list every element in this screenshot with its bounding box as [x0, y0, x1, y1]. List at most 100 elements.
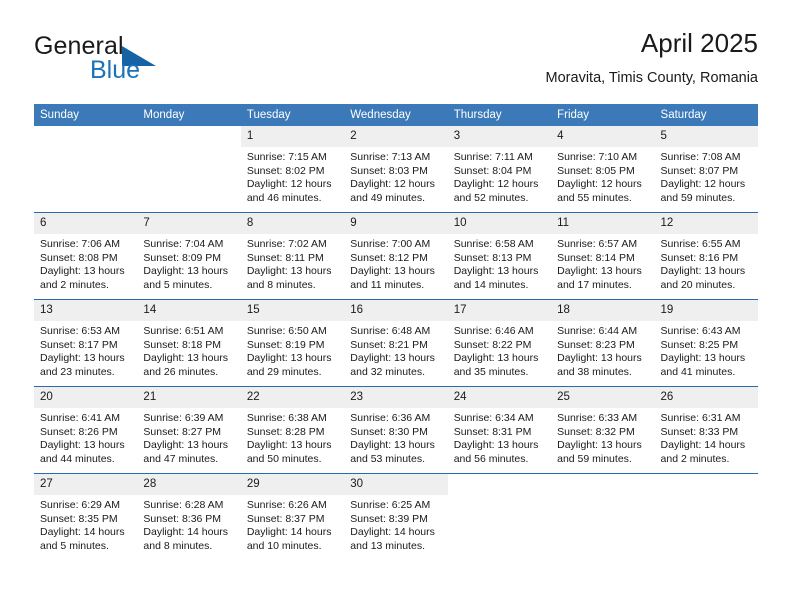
- day-details: Sunrise: 6:50 AM Sunset: 8:19 PM Daylight:…: [241, 321, 344, 379]
- sunrise-sunset-calendar-table: Sunday Monday Tuesday Wednesday Thursday…: [34, 104, 758, 560]
- day-number: 16: [344, 300, 448, 321]
- calendar-cell-inner: 16 Sunrise: 6:48 AM Sunset: 8:21 PM Dayligh…: [344, 300, 448, 386]
- daylight-text: Daylight: 14 hours and 8 minutes.: [143, 526, 229, 552]
- calendar-day-cell[interactable]: 11 Sunrise: 6:57 AM Sunset: 8:14 PM Dayligh…: [551, 212, 655, 300]
- calendar-day-cell[interactable]: 22 Sunrise: 6:38 AM Sunset: 8:28 PM Dayligh…: [240, 386, 345, 474]
- calendar-cell-inner: 10 Sunrise: 6:58 AM Sunset: 8:13 PM Dayligh…: [447, 213, 552, 299]
- day-details: Sunrise: 7:11 AM Sunset: 8:04 PM Daylight:…: [448, 147, 551, 205]
- sunset-text: Sunset: 8:35 PM: [40, 512, 118, 525]
- calendar-day-cell[interactable]: 5 Sunrise: 7:08 AM Sunset: 8:07 PM Daylight…: [654, 126, 758, 213]
- calendar-day-cell[interactable]: 28 Sunrise: 6:28 AM Sunset: 8:36 PM Dayligh…: [137, 473, 241, 560]
- page-header: General Blue April 2025 Moravita, Timis …: [34, 28, 758, 96]
- calendar-day-cell[interactable]: 20 Sunrise: 6:41 AM Sunset: 8:26 PM Dayligh…: [34, 386, 138, 474]
- sunrise-text: Sunrise: 6:26 AM: [246, 499, 327, 511]
- sunset-text: Sunset: 8:32 PM: [557, 425, 635, 438]
- calendar-day-cell[interactable]: 3 Sunrise: 7:11 AM Sunset: 8:04 PM Daylight…: [447, 126, 552, 213]
- sunset-text: Sunset: 8:11 PM: [246, 251, 324, 264]
- sunset-text: Sunset: 8:14 PM: [557, 251, 635, 264]
- calendar-day-cell[interactable]: 8 Sunrise: 7:02 AM Sunset: 8:11 PM Daylight…: [240, 212, 345, 300]
- calendar-cell-inner: 1 Sunrise: 7:15 AM Sunset: 8:02 PM Daylight…: [240, 126, 345, 212]
- daylight-text: Daylight: 14 hours and 2 minutes.: [660, 439, 746, 465]
- day-details: Sunrise: 7:15 AM Sunset: 8:02 PM Daylight:…: [241, 147, 344, 205]
- calendar-day-cell[interactable]: 4 Sunrise: 7:10 AM Sunset: 8:05 PM Daylight…: [551, 126, 655, 213]
- day-details: Sunrise: 6:29 AM Sunset: 8:35 PM Daylight:…: [34, 495, 137, 553]
- day-details: Sunrise: 6:38 AM Sunset: 8:28 PM Daylight:…: [241, 408, 344, 466]
- calendar-day-cell[interactable]: 17 Sunrise: 6:46 AM Sunset: 8:22 PM Dayligh…: [447, 299, 552, 387]
- daylight-text: Daylight: 12 hours and 59 minutes.: [660, 178, 746, 204]
- day-details: Sunrise: 6:34 AM Sunset: 8:31 PM Daylight:…: [448, 408, 551, 466]
- day-details: Sunrise: 7:00 AM Sunset: 8:12 PM Daylight:…: [344, 234, 447, 292]
- sunrise-text: Sunrise: 7:02 AM: [246, 238, 327, 250]
- daylight-text: Daylight: 13 hours and 17 minutes.: [557, 265, 642, 291]
- calendar-day-cell[interactable]: 26 Sunrise: 6:31 AM Sunset: 8:33 PM Dayligh…: [654, 386, 758, 474]
- day-details: Sunrise: 6:33 AM Sunset: 8:32 PM Daylight:…: [551, 408, 654, 466]
- daylight-text: Daylight: 14 hours and 5 minutes.: [40, 526, 125, 552]
- calendar-cell-inner: 30 Sunrise: 6:25 AM Sunset: 8:39 PM Dayligh…: [344, 474, 448, 560]
- calendar-cell-inner: 27 Sunrise: 6:29 AM Sunset: 8:35 PM Dayligh…: [34, 474, 138, 560]
- calendar-day-cell[interactable]: 15 Sunrise: 6:50 AM Sunset: 8:19 PM Dayligh…: [240, 299, 345, 387]
- calendar-week-row: 20 Sunrise: 6:41 AM Sunset: 8:26 PM Dayligh…: [34, 386, 758, 474]
- general-blue-logo[interactable]: General Blue: [34, 32, 224, 88]
- calendar-cell-inner: [34, 126, 137, 212]
- day-number: 28: [137, 474, 241, 495]
- calendar-day-cell[interactable]: 21 Sunrise: 6:39 AM Sunset: 8:27 PM Dayligh…: [137, 386, 241, 474]
- sunrise-text: Sunrise: 7:08 AM: [660, 151, 741, 163]
- calendar-day-cell[interactable]: 25 Sunrise: 6:33 AM Sunset: 8:32 PM Dayligh…: [551, 386, 655, 474]
- day-number: [34, 126, 137, 147]
- day-number: 29: [240, 474, 345, 495]
- sunset-text: Sunset: 8:07 PM: [660, 164, 739, 177]
- day-details: Sunrise: 6:44 AM Sunset: 8:23 PM Daylight:…: [551, 321, 654, 379]
- calendar-day-cell[interactable]: 27 Sunrise: 6:29 AM Sunset: 8:35 PM Dayligh…: [34, 473, 138, 560]
- sunrise-text: Sunrise: 6:36 AM: [350, 412, 431, 424]
- sunset-text: Sunset: 8:05 PM: [557, 164, 635, 177]
- sunset-text: Sunset: 8:22 PM: [453, 338, 532, 351]
- daylight-text: Daylight: 13 hours and 26 minutes.: [143, 352, 229, 378]
- weekday-header-friday: Friday: [551, 104, 655, 126]
- daylight-text: Daylight: 13 hours and 2 minutes.: [40, 265, 125, 291]
- calendar-day-cell[interactable]: 29 Sunrise: 6:26 AM Sunset: 8:37 PM Dayligh…: [240, 473, 345, 560]
- calendar-day-cell[interactable]: 14 Sunrise: 6:51 AM Sunset: 8:18 PM Dayligh…: [137, 299, 241, 387]
- calendar-day-cell[interactable]: 1 Sunrise: 7:15 AM Sunset: 8:02 PM Daylight…: [240, 126, 345, 213]
- day-number: 25: [551, 387, 655, 408]
- calendar-week-row: 6 Sunrise: 7:06 AM Sunset: 8:08 PM Daylight…: [34, 212, 758, 300]
- calendar-day-cell[interactable]: 6 Sunrise: 7:06 AM Sunset: 8:08 PM Daylight…: [34, 212, 138, 300]
- calendar-week-row: 1 Sunrise: 7:15 AM Sunset: 8:02 PM Daylight…: [34, 126, 758, 213]
- calendar-day-cell[interactable]: 2 Sunrise: 7:13 AM Sunset: 8:03 PM Daylight…: [344, 126, 448, 213]
- calendar-day-cell[interactable]: 7 Sunrise: 7:04 AM Sunset: 8:09 PM Daylight…: [137, 212, 241, 300]
- calendar-day-cell[interactable]: 9 Sunrise: 7:00 AM Sunset: 8:12 PM Daylight…: [344, 212, 448, 300]
- calendar-cell-inner: 8 Sunrise: 7:02 AM Sunset: 8:11 PM Daylight…: [240, 213, 345, 299]
- sunset-text: Sunset: 8:19 PM: [246, 338, 325, 351]
- sunrise-text: Sunrise: 6:43 AM: [660, 325, 741, 337]
- calendar-day-cell[interactable]: 16 Sunrise: 6:48 AM Sunset: 8:21 PM Dayligh…: [344, 299, 448, 387]
- day-number: 26: [654, 387, 758, 408]
- calendar-cell-inner: 2 Sunrise: 7:13 AM Sunset: 8:03 PM Daylight…: [344, 126, 448, 212]
- day-number: 11: [551, 213, 655, 234]
- sunset-text: Sunset: 8:36 PM: [143, 512, 222, 525]
- calendar-cell-inner: 21 Sunrise: 6:39 AM Sunset: 8:27 PM Dayligh…: [137, 387, 241, 473]
- calendar-day-cell[interactable]: 12 Sunrise: 6:55 AM Sunset: 8:16 PM Dayligh…: [654, 212, 758, 300]
- calendar-cell-inner: 24 Sunrise: 6:34 AM Sunset: 8:31 PM Dayligh…: [447, 387, 552, 473]
- day-details: Sunrise: 6:36 AM Sunset: 8:30 PM Daylight:…: [344, 408, 447, 466]
- calendar-cell-inner: 29 Sunrise: 6:26 AM Sunset: 8:37 PM Dayligh…: [240, 474, 345, 560]
- sunrise-text: Sunrise: 6:58 AM: [453, 238, 534, 250]
- sunset-text: Sunset: 8:37 PM: [246, 512, 325, 525]
- sunset-text: Sunset: 8:25 PM: [660, 338, 739, 351]
- day-number: 13: [34, 300, 138, 321]
- calendar-day-cell[interactable]: 24 Sunrise: 6:34 AM Sunset: 8:31 PM Dayligh…: [447, 386, 552, 474]
- calendar-cell-inner: 9 Sunrise: 7:00 AM Sunset: 8:12 PM Daylight…: [344, 213, 448, 299]
- daylight-text: Daylight: 14 hours and 10 minutes.: [246, 526, 332, 552]
- calendar-cell-inner: 28 Sunrise: 6:28 AM Sunset: 8:36 PM Dayligh…: [137, 474, 241, 560]
- daylight-text: Daylight: 14 hours and 13 minutes.: [350, 526, 435, 552]
- day-number: 22: [240, 387, 345, 408]
- daylight-text: Daylight: 13 hours and 23 minutes.: [40, 352, 125, 378]
- calendar-day-cell[interactable]: 23 Sunrise: 6:36 AM Sunset: 8:30 PM Dayligh…: [344, 386, 448, 474]
- calendar-day-cell[interactable]: 10 Sunrise: 6:58 AM Sunset: 8:13 PM Dayligh…: [447, 212, 552, 300]
- calendar-day-cell[interactable]: 19 Sunrise: 6:43 AM Sunset: 8:25 PM Dayligh…: [654, 299, 758, 387]
- day-number: [448, 474, 551, 495]
- calendar-day-cell[interactable]: 30 Sunrise: 6:25 AM Sunset: 8:39 PM Dayligh…: [344, 473, 448, 560]
- calendar-day-cell[interactable]: 18 Sunrise: 6:44 AM Sunset: 8:23 PM Dayligh…: [551, 299, 655, 387]
- sunset-text: Sunset: 8:23 PM: [557, 338, 635, 351]
- calendar-day-cell[interactable]: 13 Sunrise: 6:53 AM Sunset: 8:17 PM Dayligh…: [34, 299, 138, 387]
- sunrise-text: Sunrise: 7:11 AM: [453, 151, 533, 163]
- calendar-cell-inner: 22 Sunrise: 6:38 AM Sunset: 8:28 PM Dayligh…: [240, 387, 345, 473]
